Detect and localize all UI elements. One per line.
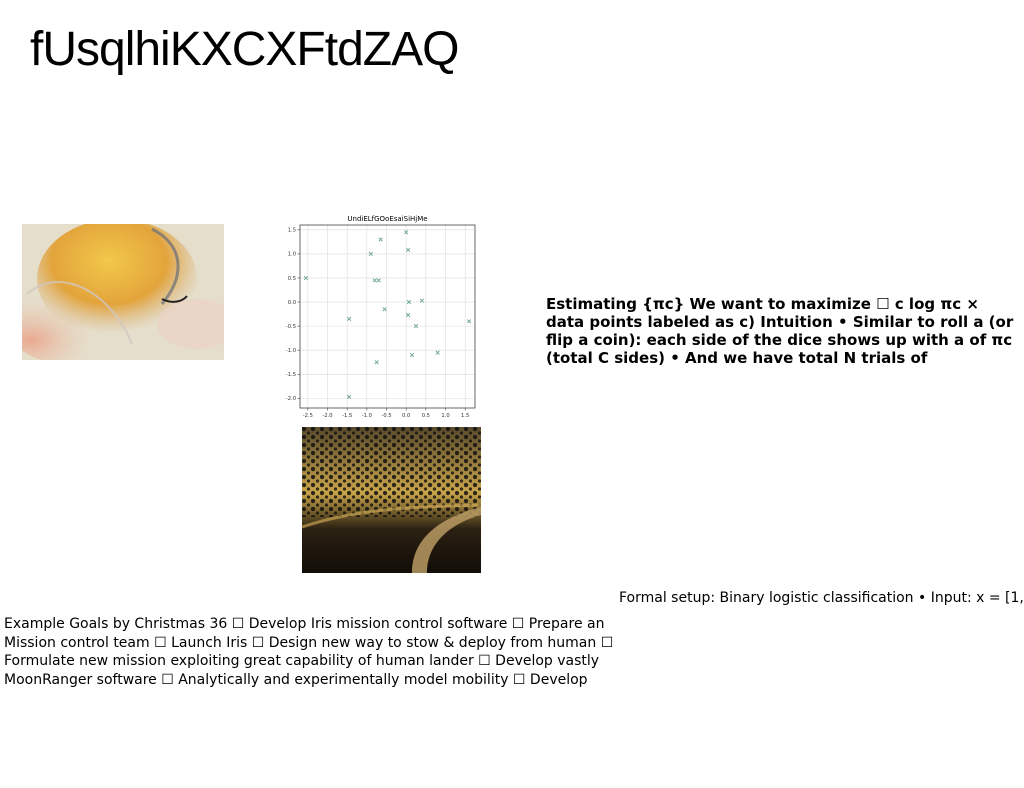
y-tick-label: -1.5 bbox=[286, 372, 296, 378]
y-tick-label: -1.0 bbox=[286, 348, 296, 354]
y-tick-label: -0.5 bbox=[286, 324, 296, 330]
estimating-text: Estimating {πc} We want to maximize ☐ c … bbox=[546, 295, 1014, 367]
formal-setup-text: Formal setup: Binary logistic classifica… bbox=[619, 590, 1024, 606]
y-tick-label: 0.5 bbox=[288, 276, 296, 282]
data-point-17 bbox=[466, 319, 472, 324]
chart-title: UndiELfGOoEsaiSiHjMe bbox=[347, 215, 427, 223]
slide-title: fUsqlhiKXCXFtdZAQ bbox=[30, 23, 459, 76]
y-axis: 1.5 1.0 0.5 0.0 -0.5 -1.0 -1.5 -2.0 bbox=[286, 228, 300, 402]
goals-text: Example Goals by Christmas 36 ☐ Develop … bbox=[4, 616, 614, 688]
chart-grid bbox=[300, 225, 475, 408]
y-tick-label: -2.0 bbox=[286, 396, 296, 402]
plot-frame bbox=[299, 224, 476, 409]
x-tick-label: 1.0 bbox=[441, 413, 449, 418]
data-point-12 bbox=[406, 312, 411, 318]
data-point-8 bbox=[374, 360, 379, 365]
x-axis: -2.5 -2.0 -1.5 -1.0 -0.5 0.0 0.5 1.0 1.5 bbox=[303, 408, 469, 418]
scatter-plot: UndiELfGOoEsaiSiHjMe -2.5 -2.0 -1.5 -1.0 -0.… bbox=[286, 215, 476, 418]
data-point-10 bbox=[406, 247, 411, 253]
x-tick-label: -2.0 bbox=[322, 413, 332, 418]
x-tick-label: 0.0 bbox=[402, 413, 410, 418]
y-tick-label: 1.5 bbox=[288, 228, 296, 234]
x-tick-label: -1.0 bbox=[362, 413, 372, 418]
y-tick-label: 1.0 bbox=[288, 252, 296, 258]
x-tick-label: 1.5 bbox=[461, 413, 469, 418]
golden-particles-photo bbox=[22, 224, 224, 360]
data-point-6 bbox=[378, 237, 383, 242]
data-point-16 bbox=[435, 350, 440, 355]
data-point-5 bbox=[376, 278, 381, 283]
data-point-4 bbox=[372, 278, 377, 283]
x-tick-label: -0.5 bbox=[381, 413, 391, 418]
data-point-1 bbox=[347, 316, 352, 322]
x-tick-label: 0.5 bbox=[422, 413, 430, 418]
x-tick-label: -1.5 bbox=[342, 413, 352, 418]
data-points bbox=[303, 230, 472, 400]
y-tick-label: 0.0 bbox=[288, 300, 296, 306]
dark-sky-road-photo bbox=[302, 427, 481, 573]
data-point-7 bbox=[382, 307, 387, 312]
data-point-15 bbox=[409, 352, 415, 358]
x-tick-label: -2.5 bbox=[303, 413, 313, 418]
